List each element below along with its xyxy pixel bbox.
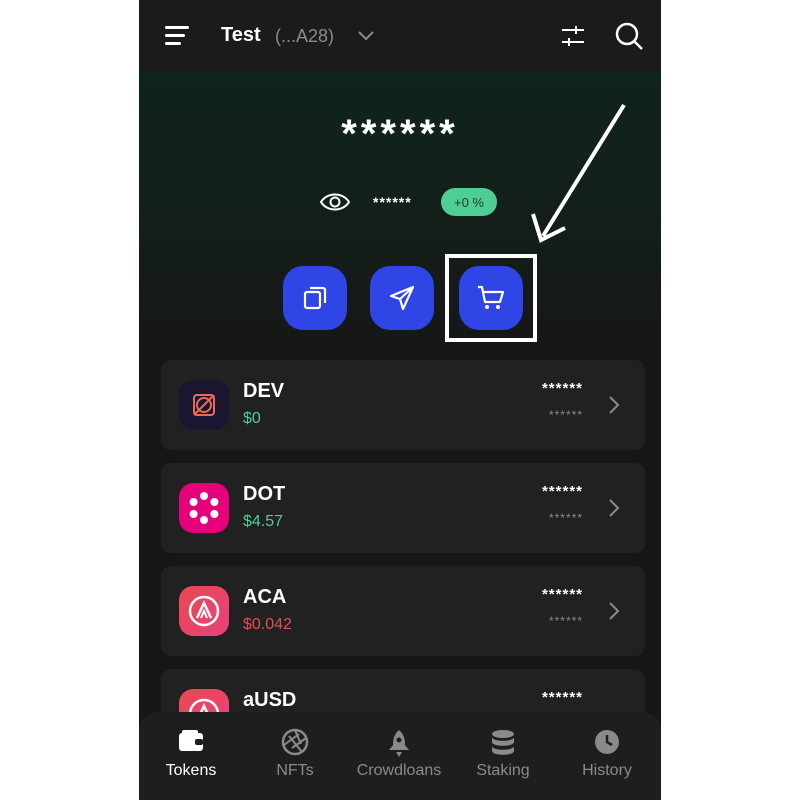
token-row-aca[interactable]: ACA $0.042 ****** ****** [161,566,645,656]
highlight-box [445,254,537,342]
chevron-down-icon[interactable] [357,28,375,42]
account-name[interactable]: Test [221,24,261,47]
nav-history[interactable]: History [555,712,659,800]
eye-icon[interactable] [319,190,351,214]
account-address[interactable]: (...A28) [275,26,334,47]
change-badge: +0 % [441,188,497,216]
nav-staking[interactable]: Staking [451,712,555,800]
bottom-nav: Tokens NFTs Crowdloans Staking History [139,712,661,800]
nav-label: Tokens [165,762,217,779]
nav-tokens[interactable]: Tokens [139,712,243,800]
menu-icon[interactable] [165,26,189,46]
token-balance: ****** [541,586,583,603]
nav-label: NFTs [276,762,314,779]
nav-label: Crowdloans [356,762,442,779]
clock-icon [595,730,619,754]
token-price: $4.57 [243,513,284,530]
token-value: ****** [548,614,583,628]
dot-logo-icon [179,483,229,533]
token-symbol: DEV [243,380,285,402]
token-price: $0.042 [243,616,292,633]
chevron-right-icon [609,499,620,517]
token-symbol: aUSD [243,689,297,711]
token-symbol: DOT [243,483,286,505]
rocket-icon [389,730,409,757]
token-symbol: ACA [243,586,287,608]
token-value: ****** [548,511,583,525]
annotation-arrow [531,103,626,243]
search-icon[interactable] [613,20,645,52]
token-row-dot[interactable]: DOT $4.57 ****** ****** [161,463,645,553]
token-price: $0 [243,410,261,427]
nav-nfts[interactable]: NFTs [243,712,347,800]
nav-label: History [582,762,632,779]
token-balance: ****** [541,689,583,706]
token-balance: ****** [541,483,583,500]
filter-icon[interactable] [559,22,587,50]
copy-address-button[interactable] [283,266,347,330]
aca-logo-icon [179,586,229,636]
token-value: ****** [548,408,583,422]
token-row-dev[interactable]: DEV $0 ****** ****** [161,360,645,450]
wallet-icon [179,730,203,751]
send-button[interactable] [370,266,434,330]
aperture-icon [281,728,309,756]
dev-logo-icon [179,380,229,430]
secondary-balance: ****** [373,194,412,210]
copy-icon [303,286,327,310]
top-bar: Test (...A28) [139,0,661,72]
nav-label: Staking [476,762,530,779]
token-balance: ****** [541,380,583,397]
send-icon [389,285,415,311]
wallet-app: Test (...A28) ****** ****** +0 % DEV $0 … [139,0,661,800]
chevron-right-icon [609,602,620,620]
nav-crowdloans[interactable]: Crowdloans [347,712,451,800]
chevron-right-icon [609,396,620,414]
database-icon [492,730,514,755]
